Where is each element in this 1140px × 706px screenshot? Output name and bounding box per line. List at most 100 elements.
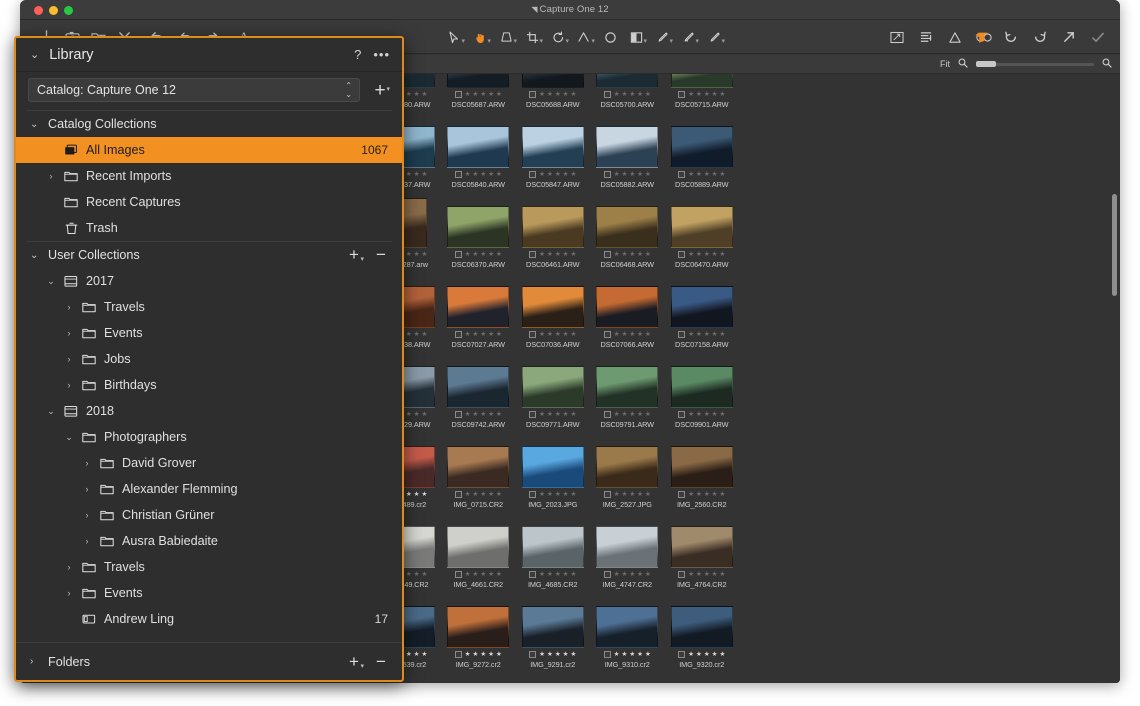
star[interactable]: ★ — [496, 651, 502, 658]
chevron-right-icon[interactable]: › — [82, 458, 92, 468]
star-rating[interactable]: ★★★★★ — [465, 251, 502, 258]
thumbnail-image[interactable] — [522, 126, 584, 168]
thumbnail-cell[interactable]: ★★★★★DSC05700.ARW — [590, 74, 665, 112]
stepper-updown-icon[interactable]: ⌃⌄ — [345, 81, 352, 99]
star[interactable]: ★ — [614, 171, 620, 178]
star-rating[interactable]: ★★★★★ — [539, 331, 576, 338]
star[interactable]: ★ — [704, 251, 710, 258]
star-rating[interactable]: ★★★★★ — [465, 91, 502, 98]
star-rating[interactable]: ★★★★★ — [465, 571, 502, 578]
select-checkbox[interactable] — [529, 571, 536, 578]
thumbnail-cell[interactable]: ★★★★★DSC05889.ARW — [665, 112, 740, 192]
star[interactable]: ★ — [547, 331, 553, 338]
gradient-mask-tool-icon[interactable]: ▾ — [628, 29, 644, 45]
star[interactable]: ★ — [465, 411, 471, 418]
star[interactable]: ★ — [570, 651, 576, 658]
star[interactable]: ★ — [645, 651, 651, 658]
thumbnail-cell[interactable]: ★★★★★IMG_2527.JPG — [590, 432, 665, 512]
thumbnail-image[interactable] — [522, 74, 584, 88]
star[interactable]: ★ — [421, 251, 427, 258]
spot-removal-tool-icon[interactable] — [602, 29, 618, 45]
star[interactable]: ★ — [406, 91, 412, 98]
star[interactable]: ★ — [637, 91, 643, 98]
star[interactable]: ★ — [465, 171, 471, 178]
tree-item[interactable]: ›Recent Imports — [16, 163, 402, 189]
star[interactable]: ★ — [547, 411, 553, 418]
star[interactable]: ★ — [570, 171, 576, 178]
select-checkbox[interactable] — [604, 91, 611, 98]
thumbnail-image[interactable] — [596, 126, 658, 168]
star[interactable]: ★ — [547, 571, 553, 578]
star[interactable]: ★ — [473, 491, 479, 498]
star[interactable]: ★ — [719, 331, 725, 338]
thumbnail-image[interactable] — [596, 74, 658, 88]
star[interactable]: ★ — [719, 571, 725, 578]
star[interactable]: ★ — [570, 571, 576, 578]
select-checkbox[interactable] — [604, 331, 611, 338]
select-checkbox[interactable] — [678, 331, 685, 338]
thumbnail-cell[interactable]: ★★★★★IMG_4764.CR2 — [665, 512, 740, 592]
select-checkbox[interactable] — [678, 91, 685, 98]
thumbnail-cell[interactable]: ★★★★★DSC05715.ARW — [665, 74, 740, 112]
star[interactable]: ★ — [539, 651, 545, 658]
star-rating[interactable]: ★★★★★ — [465, 171, 502, 178]
tree-item[interactable]: ›Travels — [16, 554, 402, 580]
star[interactable]: ★ — [614, 331, 620, 338]
star[interactable]: ★ — [637, 571, 643, 578]
star[interactable]: ★ — [480, 251, 486, 258]
star[interactable]: ★ — [712, 331, 718, 338]
star-rating[interactable]: ★★★★★ — [614, 651, 651, 658]
select-checkbox[interactable] — [678, 251, 685, 258]
star[interactable]: ★ — [539, 91, 545, 98]
tree-item[interactable]: ›Events — [16, 320, 402, 346]
tree-item[interactable]: ›Christian Grüner — [16, 502, 402, 528]
select-checkbox[interactable] — [604, 411, 611, 418]
tree-item[interactable]: ›Ausra Babiedaite — [16, 528, 402, 554]
star-rating[interactable]: ★★★★★ — [614, 571, 651, 578]
star[interactable]: ★ — [704, 491, 710, 498]
select-checkbox[interactable] — [529, 331, 536, 338]
star[interactable]: ★ — [712, 491, 718, 498]
user-collections-header[interactable]: ⌄ User Collections +▾ − — [16, 242, 402, 268]
thumbnail-cell[interactable]: ★★★★★IMG_9310.cr2 — [590, 592, 665, 672]
select-checkbox[interactable] — [529, 91, 536, 98]
select-checkbox[interactable] — [604, 171, 611, 178]
star[interactable]: ★ — [555, 411, 561, 418]
select-checkbox[interactable] — [455, 571, 462, 578]
star[interactable]: ★ — [719, 491, 725, 498]
star-rating[interactable]: ★★★★★ — [539, 571, 576, 578]
star[interactable]: ★ — [696, 251, 702, 258]
star[interactable]: ★ — [614, 411, 620, 418]
star[interactable]: ★ — [563, 91, 569, 98]
star[interactable]: ★ — [570, 331, 576, 338]
star[interactable]: ★ — [570, 91, 576, 98]
star-rating[interactable]: ★★★★★ — [614, 411, 651, 418]
star[interactable]: ★ — [488, 651, 494, 658]
star-rating[interactable]: ★★★★★ — [614, 251, 651, 258]
thumbnail-cell[interactable]: ★★★★★DSC09901.ARW — [665, 352, 740, 432]
star[interactable]: ★ — [406, 171, 412, 178]
star[interactable]: ★ — [563, 491, 569, 498]
star[interactable]: ★ — [406, 331, 412, 338]
rotate-left-icon[interactable] — [1003, 29, 1019, 45]
star-rating[interactable]: ★★★★★ — [688, 571, 725, 578]
select-checkbox[interactable] — [455, 251, 462, 258]
thumbnail-image[interactable] — [671, 126, 733, 168]
star[interactable]: ★ — [496, 251, 502, 258]
star[interactable]: ★ — [712, 251, 718, 258]
thumbnail-cell[interactable]: ★★★★★DSC05687.ARW — [441, 74, 516, 112]
star[interactable]: ★ — [629, 571, 635, 578]
straighten-tool-icon[interactable]: ▾ — [576, 29, 592, 45]
star[interactable]: ★ — [563, 571, 569, 578]
export-icon[interactable] — [1061, 29, 1077, 45]
star[interactable]: ★ — [488, 91, 494, 98]
chevron-down-icon[interactable]: ⌄ — [30, 48, 39, 61]
chevron-right-icon[interactable]: › — [30, 656, 39, 667]
star[interactable]: ★ — [421, 651, 427, 658]
star[interactable]: ★ — [645, 411, 651, 418]
thumbnail-image[interactable] — [671, 206, 733, 248]
tree-item[interactable]: ›Events — [16, 580, 402, 606]
add-folder-button[interactable]: +▾ — [345, 652, 363, 672]
thumbnail-image[interactable] — [522, 606, 584, 648]
star-rating[interactable]: ★★★★★ — [688, 171, 725, 178]
